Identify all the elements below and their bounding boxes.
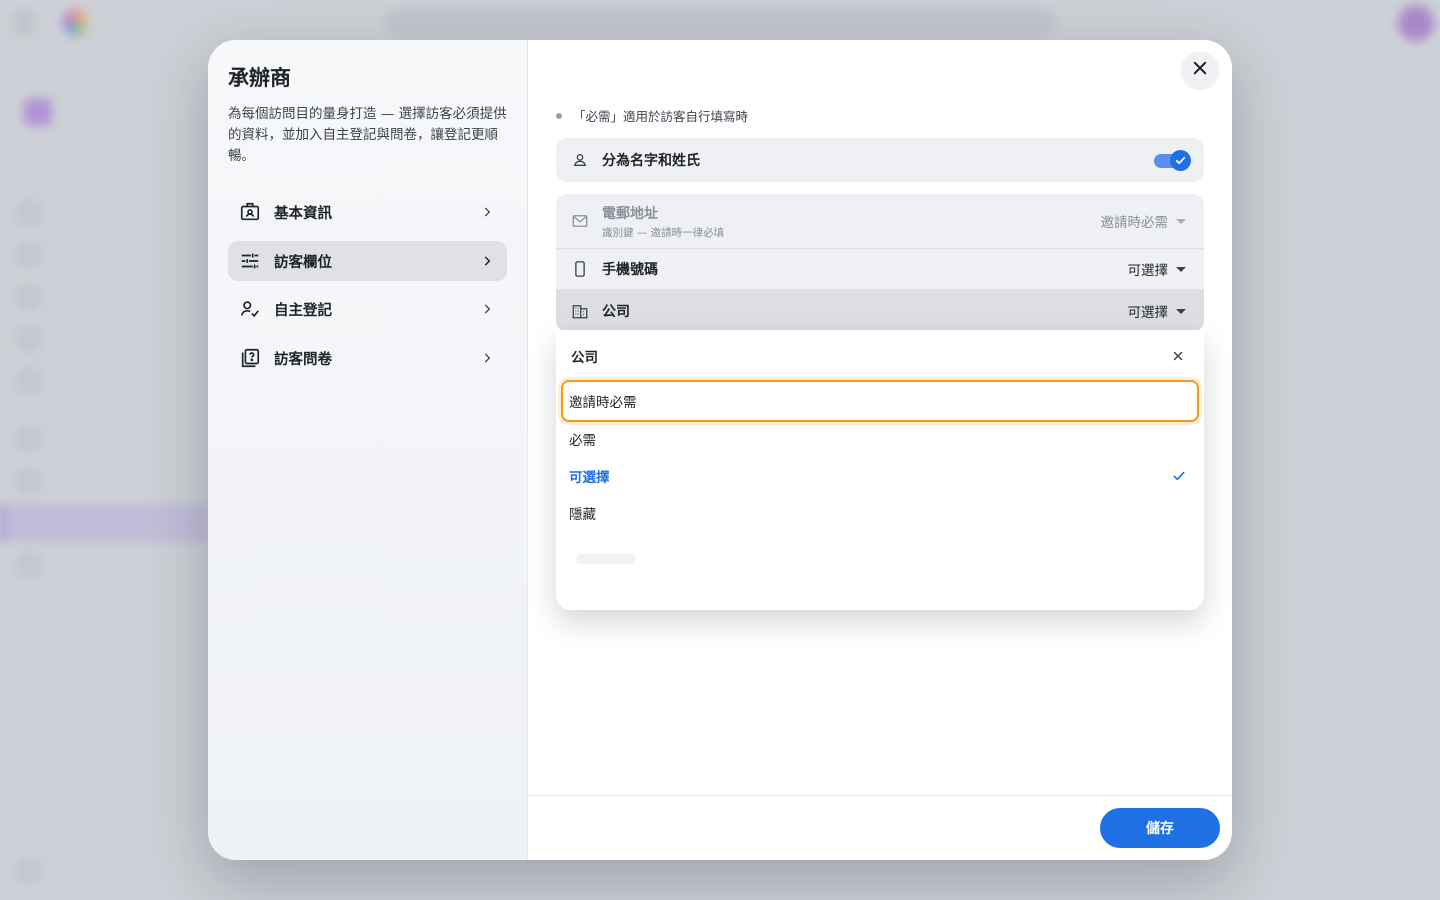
bg-search-bar xyxy=(385,8,1055,38)
requirement-dropdown: 公司 邀請時必需 必需 可選擇 隱藏 xyxy=(556,330,1204,610)
bg-nav-item xyxy=(20,330,190,350)
bg-nav-item xyxy=(20,288,190,308)
dropdown-option-required-at-invite[interactable]: 邀請時必需 xyxy=(561,380,1199,422)
nav-item-visitor-questionnaire[interactable]: 訪客問卷 xyxy=(228,338,507,378)
name-split-card: 分為名字和姓氏 xyxy=(556,138,1204,182)
field-text: 手機號碼 xyxy=(602,259,1128,279)
bg-menu-icon xyxy=(14,14,34,30)
questionnaire-icon xyxy=(238,346,262,370)
toggle-knob xyxy=(1170,150,1191,171)
visitor-type-modal: 承辦商 為每個訪問目的量身打造 — 選擇訪客必須提供的資料，並加入自主登記與問卷… xyxy=(208,40,1232,860)
dropdown-option-optional[interactable]: 可選擇 xyxy=(569,458,1199,494)
name-split-toggle[interactable] xyxy=(1154,150,1191,171)
caret-down-icon xyxy=(1176,218,1186,224)
nav-item-self-registration[interactable]: 自主登記 xyxy=(228,289,507,329)
field-row-email: 電郵地址 識別鍵 — 邀請時一律必填 邀請時必需 xyxy=(556,194,1204,248)
field-requirement-value: 邀請時必需 xyxy=(1100,215,1169,231)
dropdown-option-required[interactable]: 必需 xyxy=(569,421,1199,457)
name-split-label: 分為名字和姓氏 xyxy=(602,153,700,169)
bg-nav-item xyxy=(20,372,190,392)
bg-nav-item xyxy=(20,556,190,576)
person-check-icon xyxy=(238,297,262,321)
bg-avatar xyxy=(1398,5,1434,41)
nav-label: 基本資訊 xyxy=(274,205,332,222)
close-button[interactable] xyxy=(1182,52,1218,88)
bg-logo-icon xyxy=(62,10,88,36)
close-icon xyxy=(1173,351,1183,361)
mail-icon xyxy=(570,211,590,231)
modal-title: 承辦商 xyxy=(228,66,291,90)
field-label: 手機號碼 xyxy=(602,262,658,278)
field-label: 電郵地址 xyxy=(602,205,658,222)
bg-nav-item xyxy=(20,246,190,266)
dropdown-option-hidden[interactable]: 隱藏 xyxy=(569,495,1199,531)
option-label: 邀請時必需 xyxy=(569,395,637,411)
dropdown-close-button[interactable] xyxy=(1168,346,1188,366)
checkmark-icon xyxy=(1169,466,1189,486)
field-text: 公司 xyxy=(602,301,1128,321)
nav-label: 訪客問卷 xyxy=(274,351,332,368)
nav-item-visitor-fields[interactable]: 訪客欄位 xyxy=(228,241,507,281)
chevron-right-icon xyxy=(475,249,499,273)
field-row-mobile[interactable]: 手機號碼 可選擇 xyxy=(556,248,1204,289)
option-label: 隱藏 xyxy=(569,507,596,523)
required-note: 「必需」適用於訪客自行填寫時 xyxy=(556,106,748,125)
chevron-right-icon xyxy=(475,200,499,224)
person-icon xyxy=(570,150,590,170)
field-list: 電郵地址 識別鍵 — 邀請時一律必填 邀請時必需 手機號碼 可選擇 公司 可選擇 xyxy=(556,194,1204,332)
phone-icon xyxy=(570,259,590,279)
save-button[interactable]: 儲存 xyxy=(1100,808,1220,848)
option-label: 可選擇 xyxy=(569,470,610,486)
chevron-right-icon xyxy=(475,297,499,321)
bg-nav-item xyxy=(20,204,190,224)
caret-down-icon xyxy=(1176,266,1186,272)
nav-label: 訪客欄位 xyxy=(274,254,332,271)
id-badge-icon xyxy=(238,200,262,224)
field-requirement-value: 可選擇 xyxy=(1127,263,1169,279)
modal-footer: 儲存 xyxy=(528,795,1232,860)
bg-nav-item xyxy=(20,430,190,450)
bullet-dot xyxy=(556,112,562,119)
bg-nav-item xyxy=(20,472,190,492)
bg-page-icon xyxy=(24,98,52,126)
checkmark-icon xyxy=(1175,156,1186,165)
modal-sidebar: 承辦商 為每個訪問目的量身打造 — 選擇訪客必須提供的資料，並加入自主登記與問卷… xyxy=(208,40,528,860)
bg-nav-item xyxy=(20,862,190,882)
dropdown-title: 公司 xyxy=(571,350,598,366)
required-note-text: 「必需」適用於訪客自行填寫時 xyxy=(573,109,749,124)
field-row-company[interactable]: 公司 可選擇 xyxy=(556,289,1204,332)
caret-down-icon xyxy=(1176,308,1186,314)
chevron-right-icon xyxy=(475,346,499,370)
bg-nav-selected xyxy=(0,504,210,542)
modal-main: 「必需」適用於訪客自行填寫時 分為名字和姓氏 電郵地址 識別鍵 — 邀請時一律必… xyxy=(528,40,1232,860)
option-label: 必需 xyxy=(569,433,596,449)
field-label: 公司 xyxy=(602,304,630,320)
tune-sliders-icon xyxy=(238,249,262,273)
field-requirement-value: 可選擇 xyxy=(1127,305,1169,321)
building-icon xyxy=(570,301,590,321)
field-text: 電郵地址 識別鍵 — 邀請時一律必填 xyxy=(602,203,1101,240)
close-icon xyxy=(1191,59,1209,81)
modal-description: 為每個訪問目的量身打造 — 選擇訪客必須提供的資料，並加入自主登記與問卷，讓登記… xyxy=(228,106,507,164)
nav-label: 自主登記 xyxy=(274,302,332,319)
nav-item-basic-info[interactable]: 基本資訊 xyxy=(228,192,507,232)
dropdown-fade-placeholder xyxy=(576,554,1190,566)
field-sublabel: 識別鍵 — 邀請時一律必填 xyxy=(602,226,725,239)
